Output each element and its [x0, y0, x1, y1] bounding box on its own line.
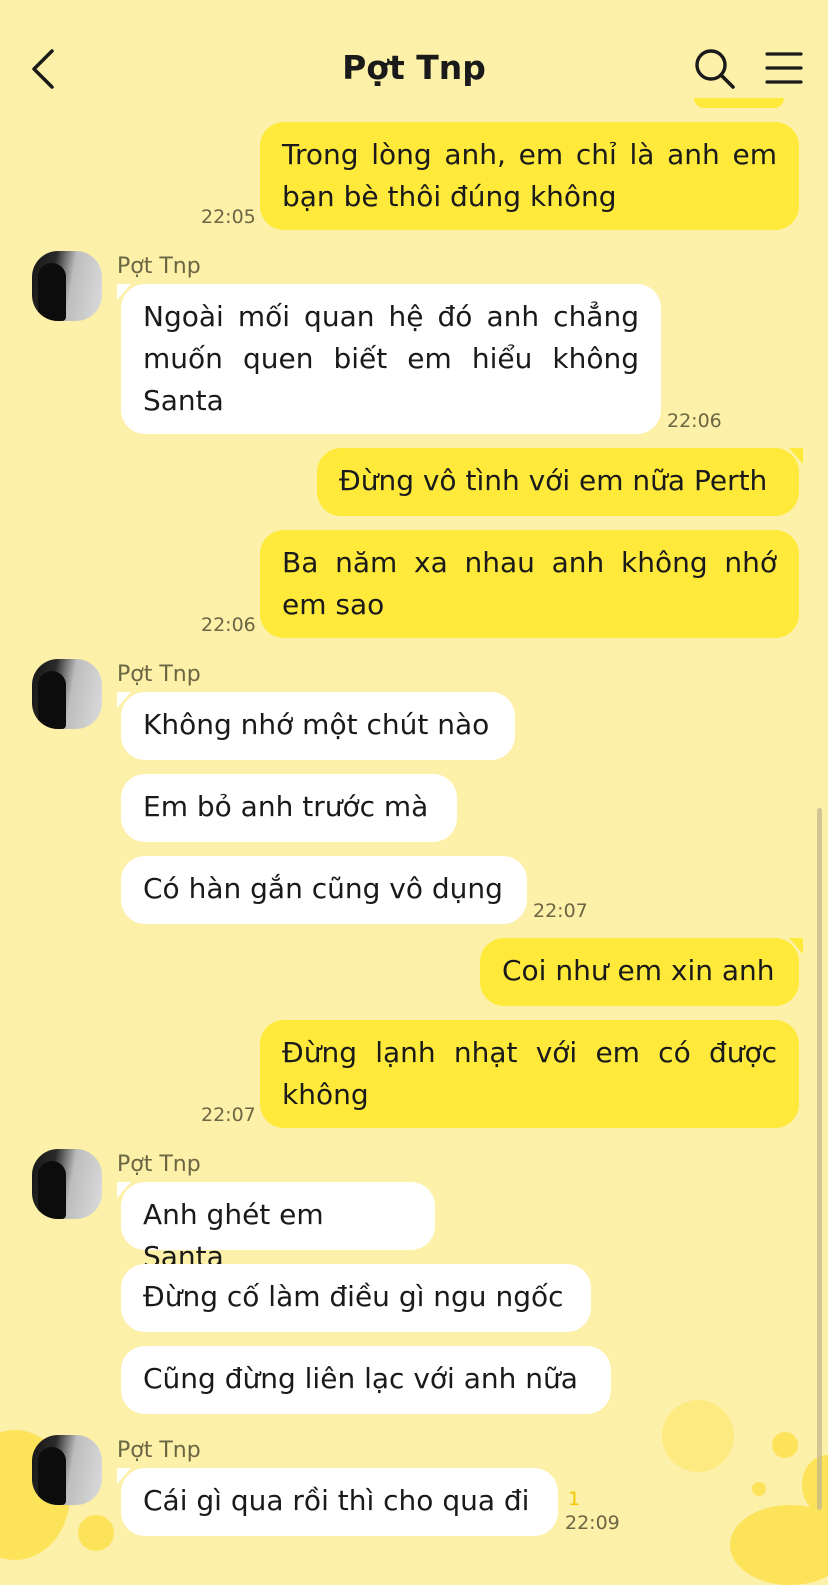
search-icon[interactable] [692, 46, 736, 90]
sender-name: Pợt Tnp [117, 1438, 201, 1463]
contact-message-bubble[interactable]: Đừng cố làm điều gì ngu ngốc [121, 1264, 591, 1332]
own-message-bubble[interactable]: Trong lòng anh, em chỉ là anh em bạn bè … [260, 122, 799, 230]
contact-avatar[interactable] [32, 659, 102, 729]
background-bubble-decoration [662, 1400, 734, 1472]
contact-avatar[interactable] [32, 251, 102, 321]
contact-message-bubble[interactable]: Không nhớ một chút nào [117, 692, 515, 760]
sender-name: Pợt Tnp [117, 1152, 201, 1177]
message-time: 22:07 [201, 1104, 256, 1126]
message-time: 22:07 [533, 900, 588, 922]
own-message-bubble[interactable]: Đừng vô tình với em nữa Perth [317, 448, 803, 516]
scrollbar[interactable] [817, 808, 822, 1510]
contact-message-bubble[interactable]: Ngoài mối quan hệ đó anh chẳng muốn quen… [117, 284, 661, 434]
own-message-bubble[interactable]: Ba năm xa nhau anh không nhớ em sao [260, 530, 799, 638]
contact-message-bubble[interactable]: Cái gì qua rồi thì cho qua đi [117, 1468, 558, 1536]
message-time: 22:06 [667, 410, 722, 432]
background-bubble-decoration [752, 1482, 766, 1496]
background-bubble-decoration [78, 1515, 114, 1551]
contact-message-bubble[interactable]: Có hàn gắn cũng vô dụng [121, 856, 527, 924]
contact-avatar[interactable] [32, 1149, 102, 1219]
previous-message-bubble-edge [694, 98, 784, 108]
contact-message-bubble[interactable]: Anh ghét em Santa [117, 1182, 435, 1273]
contact-message-bubble[interactable]: Em bỏ anh trước mà [121, 774, 457, 842]
background-bubble-decoration [730, 1505, 828, 1585]
message-time: 22:09 [565, 1512, 620, 1534]
contact-avatar[interactable] [32, 1435, 102, 1505]
own-message-bubble[interactable]: Đừng lạnh nhạt với em có được không [260, 1020, 799, 1128]
contact-message-bubble[interactable]: Cũng đừng liên lạc với anh nữa [121, 1346, 611, 1414]
message-time: 22:05 [201, 206, 256, 228]
message-time: 22:06 [201, 614, 256, 636]
sender-name: Pợt Tnp [117, 254, 201, 279]
background-bubble-decoration [772, 1432, 798, 1458]
own-message-bubble[interactable]: Coi như em xin anh [480, 938, 803, 1006]
sender-name: Pợt Tnp [117, 662, 201, 687]
chat-header: Pợt Tnp [0, 0, 828, 130]
unread-count: 1 [568, 1488, 581, 1510]
menu-icon[interactable] [764, 50, 804, 86]
